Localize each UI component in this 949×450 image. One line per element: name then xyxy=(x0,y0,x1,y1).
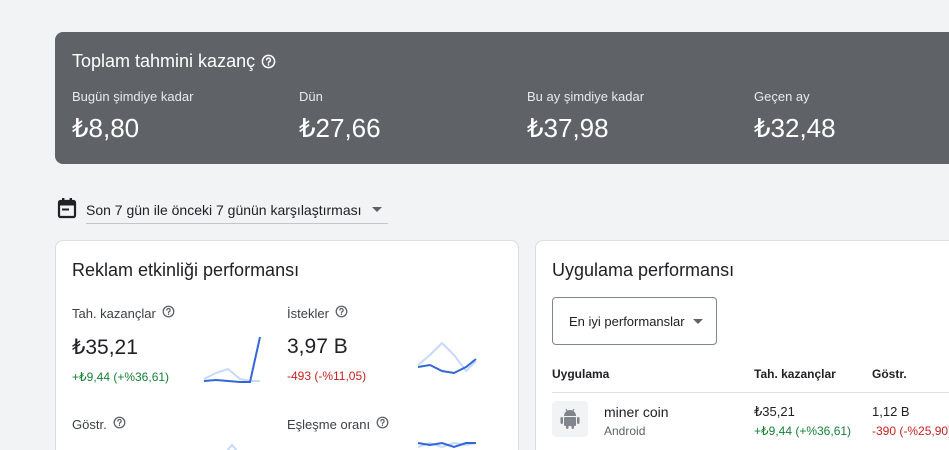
card-title: Reklam etkinliği performansı xyxy=(72,260,300,280)
android-icon xyxy=(552,401,588,437)
earnings-title-text: Toplam tahmini kazanç xyxy=(72,51,256,71)
stat-label: Eşleşme oranı xyxy=(287,416,389,432)
metric-today: Bugün şimdiye kadar ₺8,80 xyxy=(72,89,193,144)
stat-label: İstekler xyxy=(287,305,366,321)
performance-filter-label: En iyi performanslar xyxy=(569,313,685,329)
metric-this-month: Bu ay şimdiye kadar ₺37,98 xyxy=(527,89,644,144)
caret-down-icon xyxy=(371,207,382,212)
help-icon[interactable] xyxy=(376,416,389,432)
help-icon[interactable] xyxy=(162,305,175,321)
stat-requests[interactable]: İstekler 3,97 B -493 (-%11,05) xyxy=(287,305,367,384)
metric-value: ₺8,80 xyxy=(72,113,140,143)
compare-period: Son 7 gün ile önceki 7 günün karşılaştır… xyxy=(57,196,388,224)
caret-down-icon xyxy=(692,318,703,324)
earnings-title: Toplam tahmini kazanç xyxy=(72,51,276,72)
metric-label: Bugün şimdiye kadar xyxy=(72,89,194,104)
stat-match-rate[interactable]: Eşleşme oranı xyxy=(287,416,389,432)
table-divider xyxy=(552,392,949,393)
stat-impressions[interactable]: Göstr. xyxy=(72,416,126,432)
metric-value: ₺37,98 xyxy=(527,113,609,143)
metric-label: Bu ay şimdiye kadar xyxy=(527,89,645,104)
sparkline-impressions xyxy=(226,443,238,450)
sparkline-requests xyxy=(417,341,477,375)
metric-label: Geçen ay xyxy=(754,89,810,104)
stat-change: +₺9,44 (+%36,61) xyxy=(72,370,170,384)
sparkline-match-rate xyxy=(417,441,477,449)
stat-label-text: İstekler xyxy=(287,305,329,321)
column-header-app[interactable]: Uygulama xyxy=(552,367,609,381)
compare-period-dropdown[interactable]: Son 7 gün ile önceki 7 günün karşılaştır… xyxy=(86,196,388,224)
app-performance-card: Uygulama performansı En iyi performansla… xyxy=(535,240,949,450)
stat-label: Göstr. xyxy=(72,416,126,432)
app-platform: Android xyxy=(604,424,646,438)
calendar-icon xyxy=(57,197,77,224)
metric-last-month: Geçen ay ₺32,48 xyxy=(754,89,836,144)
card-title: Uygulama performansı xyxy=(552,260,735,280)
help-icon[interactable] xyxy=(113,416,126,432)
metric-yesterday: Dün ₺27,66 xyxy=(299,89,381,144)
column-header-impressions[interactable]: Göstr. xyxy=(872,367,907,381)
column-header-earnings[interactable]: Tah. kazançlar xyxy=(754,367,836,381)
metric-label: Dün xyxy=(299,89,323,104)
app-earnings-change: +₺9,44 (+%36,61) xyxy=(754,424,852,438)
ad-activity-card: Reklam etkinliği performansı Tah. kazanç… xyxy=(55,240,519,450)
stat-label: Tah. kazançlar xyxy=(72,305,175,321)
app-earnings: ₺35,21 xyxy=(754,404,795,419)
metric-value: ₺32,48 xyxy=(754,113,836,143)
stat-label-text: Göstr. xyxy=(72,416,107,432)
app-impressions-change: -390 (-%25,90) xyxy=(872,424,949,438)
total-earnings-banner: Toplam tahmini kazanç Bugün şimdiye kada… xyxy=(55,32,949,164)
sparkline-previous xyxy=(226,443,238,450)
performance-filter-dropdown[interactable]: En iyi performanslar xyxy=(552,297,717,345)
app-name[interactable]: miner coin xyxy=(604,404,669,420)
app-impressions: 1,12 B xyxy=(872,404,910,419)
stat-label-text: Eşleşme oranı xyxy=(287,416,371,432)
stat-value: 3,97 B xyxy=(287,335,348,358)
help-icon[interactable] xyxy=(261,54,276,69)
compare-period-label: Son 7 gün ile önceki 7 günün karşılaştır… xyxy=(86,201,362,218)
stat-earnings[interactable]: Tah. kazançlar ₺35,21 +₺9,44 (+%36,61) xyxy=(72,305,175,384)
help-icon[interactable] xyxy=(335,305,348,321)
stat-change: -493 (-%11,05) xyxy=(287,369,367,383)
metric-value: ₺27,66 xyxy=(299,113,381,143)
sparkline-earnings xyxy=(203,336,261,383)
stat-value: ₺35,21 xyxy=(72,336,138,359)
stat-label-text: Tah. kazançlar xyxy=(72,305,156,321)
